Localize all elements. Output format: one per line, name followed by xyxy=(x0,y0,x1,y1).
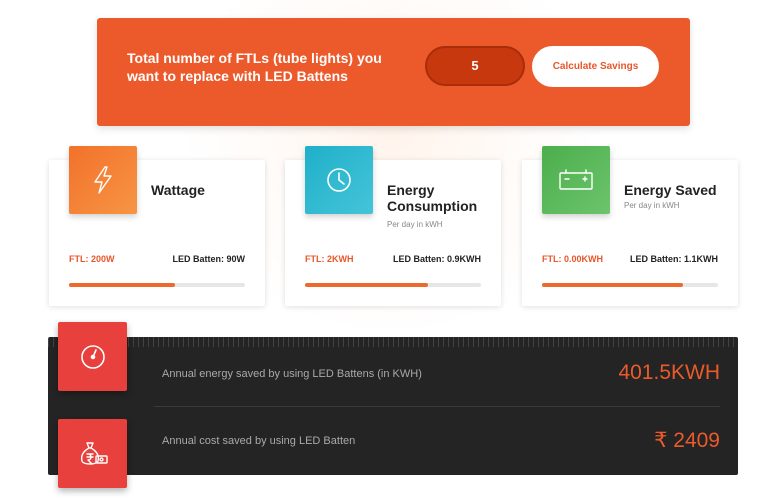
progress-track xyxy=(305,283,481,287)
progress-fill xyxy=(542,283,683,287)
card-title: Wattage xyxy=(151,182,205,198)
led-value: LED Batten: 90W xyxy=(172,254,245,264)
annual-cost-label: Annual cost saved by using LED Batten xyxy=(162,435,356,447)
annual-cost-value: ₹ 2409 xyxy=(654,429,720,452)
progress-track xyxy=(542,283,718,287)
ftl-input-banner: Total number of FTLs (tube lights) you w… xyxy=(97,18,690,126)
energy-saved-card: Energy Saved Per day in kWH FTL: 0.00KWH… xyxy=(522,146,738,306)
card-subtitle: Per day in kWH xyxy=(624,201,680,210)
progress-track xyxy=(69,283,245,287)
clock-icon xyxy=(305,146,373,214)
ftl-count-input[interactable]: 5 xyxy=(425,46,525,86)
calculate-savings-button[interactable]: Calculate Savings xyxy=(532,46,659,87)
card-subtitle: Per day in kWH xyxy=(387,220,443,229)
divider xyxy=(154,406,720,407)
progress-fill xyxy=(305,283,429,287)
card-title: Energy Consumption xyxy=(387,182,478,214)
energy-consumption-card: Energy Consumption Per day in kWH FTL: 2… xyxy=(285,146,501,306)
ftl-value: FTL: 0.00KWH xyxy=(542,254,604,264)
ruler-decoration xyxy=(48,337,738,347)
battery-icon xyxy=(542,146,610,214)
money-bag-icon xyxy=(58,419,127,488)
ftl-value: FTL: 2KWH xyxy=(305,254,354,264)
progress-fill xyxy=(69,283,175,287)
annual-savings-panel: Annual energy saved by using LED Battens… xyxy=(48,337,738,475)
card-title: Energy Saved xyxy=(624,182,717,198)
annual-energy-value: 401.5KWH xyxy=(618,361,720,384)
wattage-card: Wattage FTL: 200W LED Batten: 90W xyxy=(49,146,265,306)
speedometer-icon xyxy=(58,322,127,391)
annual-energy-label: Annual energy saved by using LED Battens… xyxy=(162,368,422,380)
led-value: LED Batten: 0.9KWH xyxy=(392,254,481,264)
lightning-icon xyxy=(69,146,137,214)
ftl-value: FTL: 200W xyxy=(69,254,115,264)
ftl-count-prompt: Total number of FTLs (tube lights) you w… xyxy=(127,50,382,84)
led-value: LED Batten: 1.1KWH xyxy=(629,254,718,264)
